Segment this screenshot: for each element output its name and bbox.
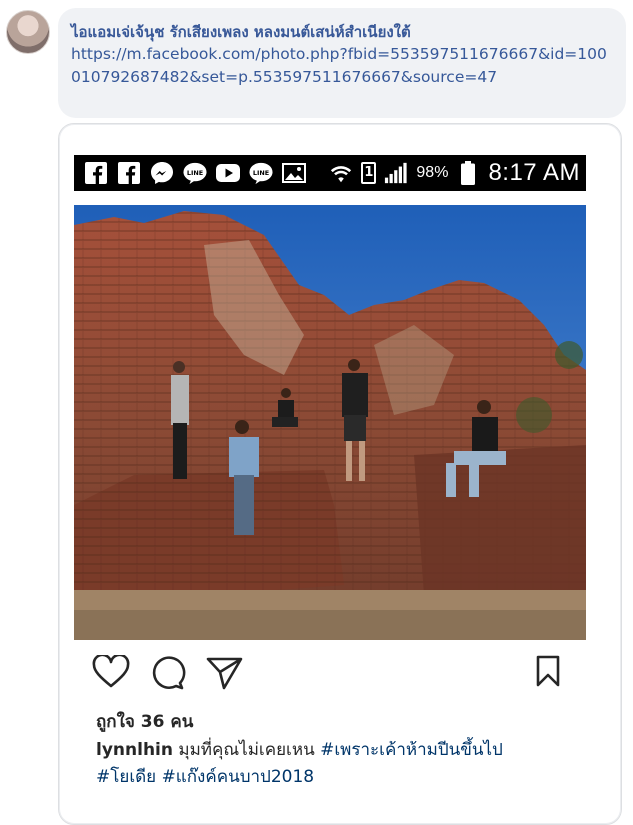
messenger-icon	[150, 161, 174, 185]
person	[171, 361, 189, 479]
heart-icon[interactable]	[92, 653, 130, 693]
bookmark-icon[interactable]	[534, 655, 562, 691]
phone-status-bar: LINE LINE 1 98% 8:17 AM	[74, 155, 586, 191]
hashtag[interactable]: #โยเดีย	[96, 767, 156, 787]
like-count[interactable]: ถูกใจ 36 คน	[96, 708, 193, 735]
youtube-icon	[216, 161, 240, 185]
svg-text:LINE: LINE	[253, 169, 269, 177]
post-actions	[92, 653, 572, 695]
comment-link[interactable]: https://m.facebook.com/photo.php?fbid=55…	[71, 43, 616, 88]
share-icon[interactable]	[206, 655, 244, 695]
hashtag[interactable]: #เพราะเค้าห้ามปีนขึ้นไป	[320, 740, 503, 760]
comment-icon[interactable]	[150, 655, 186, 695]
comment-bubble: ไอแอมเจ่เจ้นุช รักเสียงเพลง หลงมนต์เสน่ห…	[58, 8, 626, 118]
post-caption: lynnlhin มุมที่คุณไม่เคยเหน #เพราะเค้าห้…	[96, 737, 596, 791]
facebook-icon	[84, 161, 108, 185]
sim-icon: 1	[361, 162, 377, 184]
line-icon: LINE	[183, 161, 207, 185]
status-time: 8:17 AM	[488, 159, 580, 186]
wifi-icon	[329, 161, 353, 185]
svg-text:LINE: LINE	[187, 169, 203, 177]
caption-username[interactable]: lynnlhin	[96, 740, 173, 760]
facebook-icon	[117, 161, 141, 185]
signal-icon	[384, 161, 408, 185]
comment-author[interactable]: ไอแอมเจ่เจ้นุช รักเสียงเพลง หลงมนต์เสน่ห…	[71, 20, 411, 44]
avatar[interactable]	[6, 10, 50, 54]
line-icon: LINE	[249, 161, 273, 185]
battery-percent: 98%	[416, 164, 449, 181]
post-photo[interactable]	[74, 205, 586, 640]
caption-text: มุมที่คุณไม่เคยเหน	[172, 740, 321, 760]
hashtag[interactable]: #แก๊งค์คนบาป2018	[162, 767, 315, 787]
battery-icon	[456, 161, 480, 185]
gallery-icon	[282, 161, 306, 185]
